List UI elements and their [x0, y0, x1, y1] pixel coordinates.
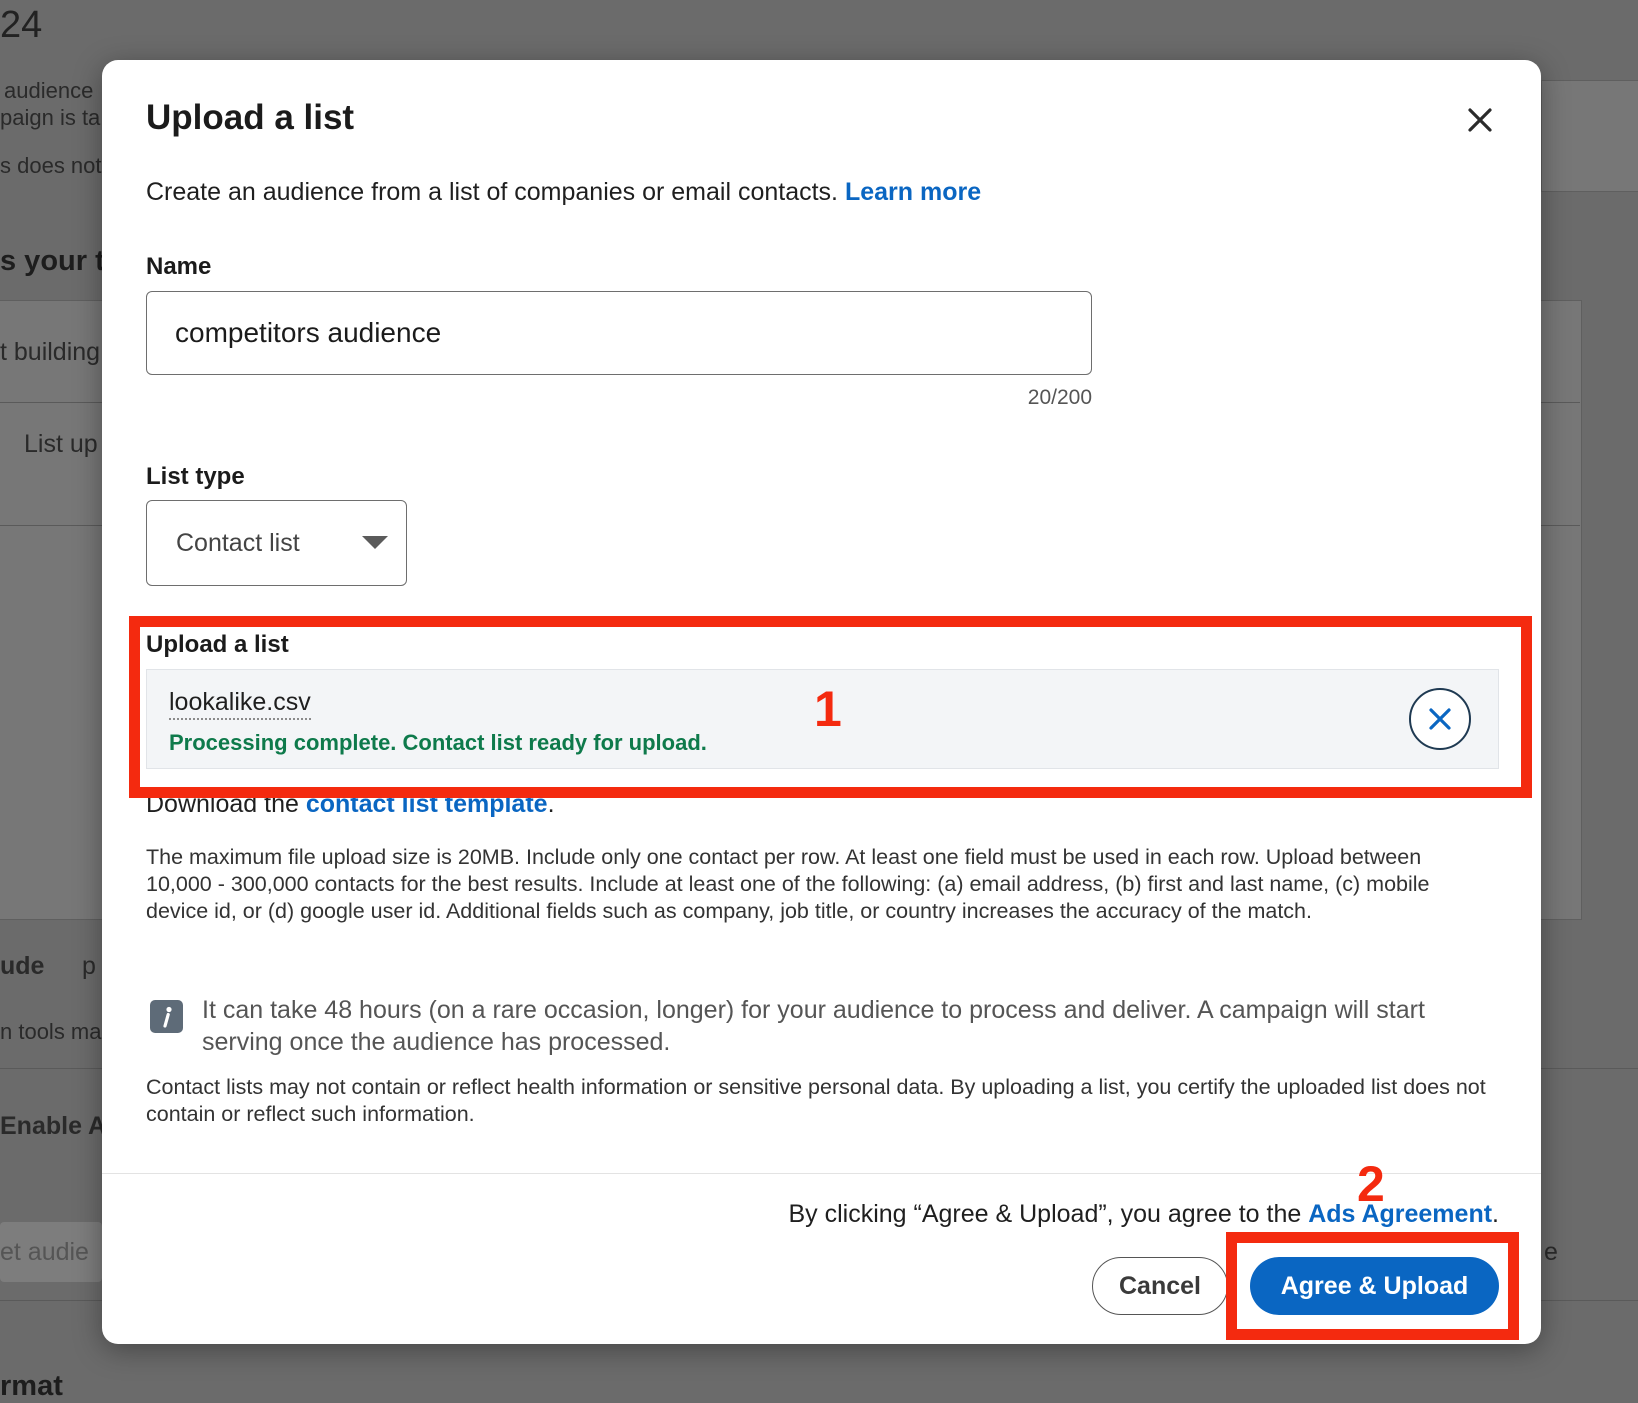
bg-heading: rmat: [0, 1370, 63, 1402]
bg-line: n tools ma: [0, 1019, 102, 1044]
list-type-select[interactable]: Contact list: [146, 500, 407, 586]
processing-time-notice: It can take 48 hours (on a rare occasion…: [202, 996, 1425, 1056]
list-type-value: Contact list: [176, 528, 300, 557]
bg-line: e: [1544, 1238, 1558, 1266]
name-input[interactable]: [146, 291, 1092, 375]
annotation-step-2: 2: [1357, 1156, 1385, 1212]
list-type-label: List type: [146, 463, 245, 490]
name-character-counter: 20/200: [1027, 386, 1092, 409]
annotation-step-1: 1: [814, 681, 842, 737]
bg-line: List up: [24, 430, 98, 458]
learn-more-link[interactable]: Learn more: [845, 178, 981, 206]
bg-line: s does not: [0, 153, 102, 178]
footer-divider: [102, 1173, 1541, 1174]
bg-line: audience: [4, 78, 94, 103]
bg-line: ude: [0, 952, 45, 980]
intro-text: Create an audience from a list of compan…: [146, 178, 845, 206]
bg-card-top: [1541, 80, 1638, 192]
bg-line: et audie: [0, 1238, 89, 1266]
dialog-title: Upload a list: [146, 98, 355, 137]
upload-requirements-text: The maximum file upload size is 20MB. In…: [146, 845, 1430, 923]
close-button[interactable]: [1452, 92, 1508, 148]
agreement-note-prefix: By clicking “Agree & Upload”, you agree …: [788, 1200, 1309, 1228]
bg-line: t building: [0, 338, 101, 366]
close-icon: [1468, 108, 1492, 132]
annotation-highlight-agree: [1226, 1232, 1519, 1340]
name-label: Name: [146, 253, 212, 280]
privacy-certification-text: Contact lists may not contain or reflect…: [146, 1075, 1486, 1126]
bg-heading: s your t: [0, 245, 105, 277]
info-icon: [150, 1000, 183, 1033]
ads-agreement-link[interactable]: Ads Agreement: [1308, 1200, 1492, 1228]
cancel-button[interactable]: Cancel: [1092, 1257, 1228, 1315]
agreement-note-suffix: .: [1492, 1200, 1499, 1228]
bg-line: p: [82, 952, 96, 980]
bg-line: paign is ta: [0, 105, 101, 130]
caret-down-icon: [362, 536, 388, 549]
bg-year-fragment: 24: [0, 4, 43, 46]
dialog-description: Create an audience from a list of compan…: [146, 178, 981, 207]
